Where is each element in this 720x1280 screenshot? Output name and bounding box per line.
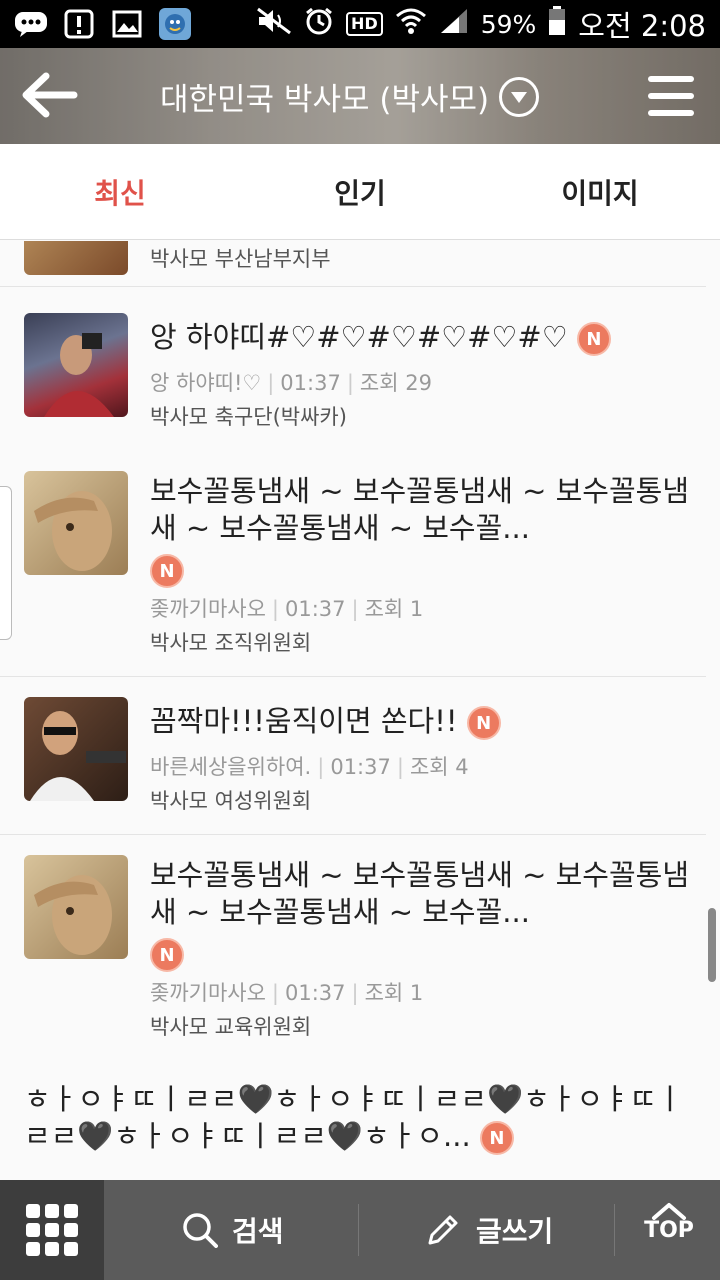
post-author: 앙 하야띠!♡: [150, 371, 262, 395]
search-label: 검색: [232, 1215, 284, 1248]
grid-icon: [26, 1204, 78, 1256]
tab-bar: 최신 인기 이미지: [0, 144, 720, 240]
post-club: 박사모 부산남부지부: [150, 247, 331, 271]
post-author: 좆까기마사오: [150, 597, 266, 621]
write-label: 글쓰기: [476, 1215, 554, 1248]
post-meta: 앙 하야띠!♡ | 01:37 | 조회 29: [150, 371, 432, 395]
post-views: 조회 29: [359, 371, 432, 395]
post-time: 01:37: [285, 597, 346, 621]
notification-icons: [14, 8, 192, 40]
page-title: 대한민국 박사모 (박사모): [160, 82, 490, 118]
post-title-row: 보수꼴통냄새 ~ 보수꼴통냄새 ~ 보수꼴통냄새 ~ 보수꼴통냄새 ~ 보수꼴.…: [150, 473, 690, 588]
menu-button[interactable]: [648, 76, 694, 116]
hamburger-icon: [648, 76, 694, 82]
post-title-row: 꼼짝마!!!움직이면 쏜다!! N: [150, 703, 690, 740]
post-meta: 좆까기마사오 | 01:37 | 조회 1: [150, 597, 424, 621]
pencil-icon: [428, 1215, 458, 1245]
hd-icon: HD: [346, 12, 383, 36]
post-club: 박사모 여성위원회: [150, 789, 312, 813]
list-item[interactable]: 보수꼴통냄새 ~ 보수꼴통냄새 ~ 보수꼴통냄새 ~ 보수꼴통냄새 ~ 보수꼴.…: [0, 835, 706, 1057]
post-title: 보수꼴통냄새 ~ 보수꼴통냄새 ~ 보수꼴통냄새 ~ 보수꼴통냄새 ~ 보수꼴.…: [150, 474, 690, 545]
battery-icon: [548, 6, 566, 42]
image-icon: [110, 9, 144, 39]
scroll-top-button[interactable]: TOP: [642, 1202, 696, 1262]
tab-latest[interactable]: 최신: [0, 144, 240, 239]
list-item[interactable]: 보수꼴통냄새 ~ 보수꼴통냄새 ~ 보수꼴통냄새 ~ 보수꼴통냄새 ~ 보수꼴.…: [0, 457, 706, 677]
post-views: 조회 1: [364, 981, 424, 1005]
mute-icon: [256, 7, 292, 41]
list-item[interactable]: 박사모 부산남부지부: [0, 241, 706, 287]
post-title: 꼼짝마!!!움직이면 쏜다!!: [150, 704, 458, 738]
post-thumbnail: [24, 855, 128, 959]
post-meta: 바른세상을위하여. | 01:37 | 조회 4: [150, 755, 469, 779]
post-club: 박사모 축구단(박싸카): [150, 405, 347, 429]
post-title-row: 보수꼴통냄새 ~ 보수꼴통냄새 ~ 보수꼴통냄새 ~ 보수꼴통냄새 ~ 보수꼴.…: [150, 857, 690, 972]
post-views: 조회 4: [409, 755, 469, 779]
search-icon: [183, 1213, 218, 1248]
search-button[interactable]: 검색: [182, 1210, 284, 1250]
list-item[interactable]: 앙 하야띠#♡#♡#♡#♡#♡#♡ N 앙 하야띠!♡ | 01:37 | 조회 29 …: [0, 287, 706, 457]
arrow-left-icon: [22, 72, 78, 118]
post-club: 박사모 교육위원회: [150, 1015, 312, 1039]
new-badge: N: [466, 706, 501, 740]
list-item[interactable]: ㅎㅏㅇㅑㄸㅣㄹㄹ🖤ㅎㅏㅇㅑㄸㅣㄹㄹ🖤ㅎㅏㅇㅑㄸㅣㄹㄹ🖤ㅎㅏㅇㅑㄸㅣㄹㄹ🖤ㅎㅏㅇ.…: [0, 1057, 706, 1180]
post-thumbnail: [24, 313, 128, 417]
post-author: 바른세상을위하여.: [150, 755, 312, 779]
wifi-icon: [395, 7, 427, 41]
post-title: 앙 하야띠#♡#♡#♡#♡#♡#♡: [150, 320, 568, 354]
app-header: 대한민국 박사모 (박사모): [0, 48, 720, 144]
chat-icon: [14, 9, 48, 39]
list-item[interactable]: 꼼짝마!!!움직이면 쏜다!! N 바른세상을위하여. | 01:37 | 조회 4 박…: [0, 677, 706, 835]
post-title-row: 앙 하야띠#♡#♡#♡#♡#♡#♡ N: [150, 319, 690, 356]
alert-icon: [62, 9, 96, 39]
new-badge: N: [150, 938, 184, 972]
post-meta: 좆까기마사오 | 01:37 | 조회 1: [150, 981, 424, 1005]
battery-text: 59%: [480, 9, 537, 39]
post-thumbnail: [24, 697, 128, 801]
tab-popular[interactable]: 인기: [240, 144, 480, 239]
tab-images[interactable]: 이미지: [480, 144, 720, 239]
new-badge: N: [479, 1121, 514, 1155]
post-time: 01:37: [280, 371, 341, 395]
app-avatar-icon: [158, 8, 192, 40]
cafe-title-dropdown[interactable]: 대한민국 박사모 (박사모): [160, 74, 540, 119]
post-views: 조회 1: [364, 597, 424, 621]
scrollbar[interactable]: [708, 908, 716, 982]
post-time: 01:37: [330, 755, 391, 779]
post-club: 박사모 조직위원회: [150, 631, 312, 655]
post-feed[interactable]: 박사모 부산남부지부 앙 하야띠#♡#♡#♡#♡#♡#♡ N 앙 하야띠!♡ | 0…: [0, 241, 720, 1180]
chevron-down-icon: [499, 76, 540, 117]
apps-button[interactable]: [0, 1180, 104, 1280]
write-button[interactable]: 글쓰기: [424, 1210, 553, 1250]
status-bar: HD 59% 오전 2:08: [0, 0, 720, 48]
system-icons: HD 59% 오전 2:08: [256, 3, 706, 45]
post-title: ㅎㅏㅇㅑㄸㅣㄹㄹ🖤ㅎㅏㅇㅑㄸㅣㄹㄹ🖤ㅎㅏㅇㅑㄸㅣㄹㄹ🖤ㅎㅏㅇㅑㄸㅣㄹㄹ🖤ㅎㅏㅇ.…: [24, 1082, 684, 1153]
divider: [614, 1204, 615, 1256]
signal-icon: [439, 7, 469, 41]
clock: 오전 2:08: [578, 9, 706, 43]
post-time: 01:37: [285, 981, 346, 1005]
post-title: 보수꼴통냄새 ~ 보수꼴통냄새 ~ 보수꼴통냄새 ~ 보수꼴통냄새 ~ 보수꼴.…: [150, 858, 690, 929]
divider: [358, 1204, 359, 1256]
top-label: TOP: [644, 1218, 694, 1243]
drawer-handle[interactable]: [0, 486, 12, 640]
post-thumbnail: [24, 471, 128, 575]
bottom-bar: 검색 글쓰기 TOP: [0, 1180, 720, 1280]
post-title-row: ㅎㅏㅇㅑㄸㅣㄹㄹ🖤ㅎㅏㅇㅑㄸㅣㄹㄹ🖤ㅎㅏㅇㅑㄸㅣㄹㄹ🖤ㅎㅏㅇㅑㄸㅣㄹㄹ🖤ㅎㅏㅇ.…: [24, 1081, 684, 1155]
new-badge: N: [576, 322, 611, 356]
post-author: 좆까기마사오: [150, 981, 266, 1005]
new-badge: N: [150, 554, 184, 588]
post-thumbnail: [24, 241, 128, 275]
alarm-icon: [304, 6, 334, 42]
back-button[interactable]: [18, 70, 78, 120]
